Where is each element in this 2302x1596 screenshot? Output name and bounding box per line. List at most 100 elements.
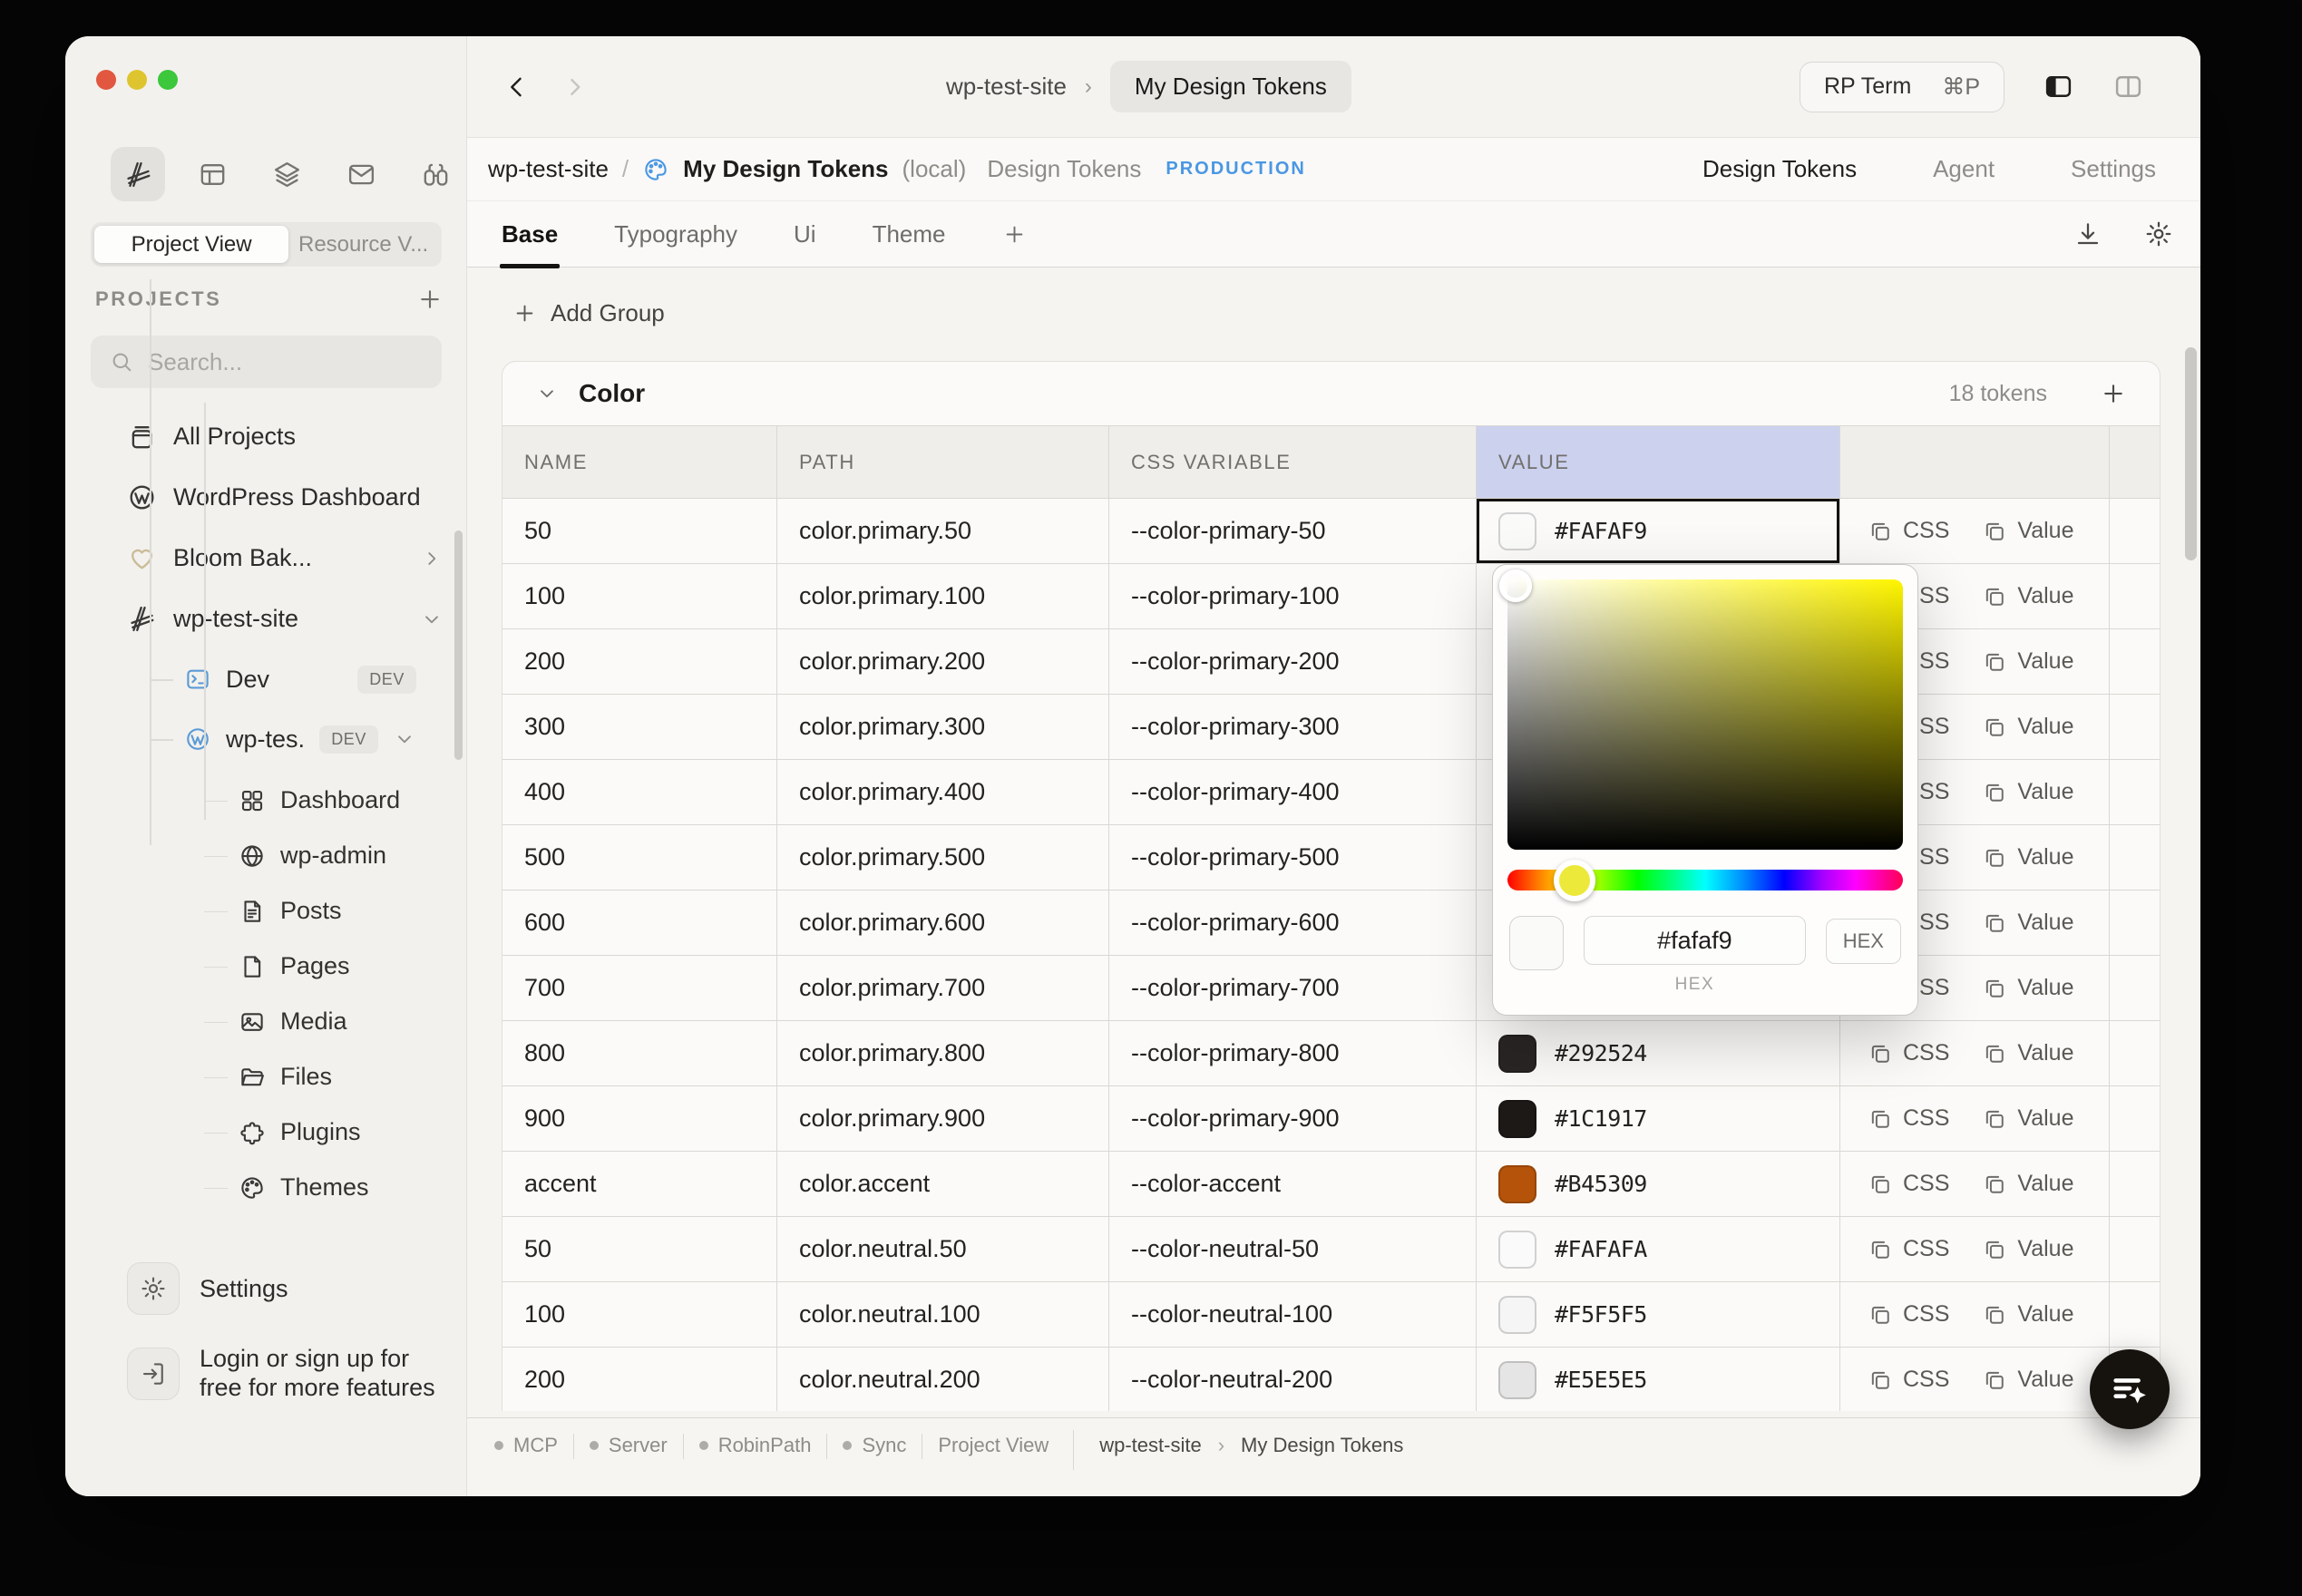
chevron-down-icon[interactable] <box>393 727 416 751</box>
copy-css-button[interactable]: CSS <box>1868 1301 1949 1328</box>
sidebar-item-files[interactable]: Files <box>65 1049 466 1105</box>
cell-css[interactable]: --color-primary-600 <box>1109 890 1477 955</box>
doc-tab-theme[interactable]: Theme <box>873 201 946 267</box>
cell-css[interactable]: --color-primary-400 <box>1109 760 1477 824</box>
cell-value[interactable]: #FAFAF9 <box>1477 499 1840 563</box>
cell-path[interactable]: color.primary.900 <box>777 1086 1109 1151</box>
doc-tab-ui[interactable]: Ui <box>794 201 816 267</box>
copy-value-button[interactable]: Value <box>1982 844 2073 871</box>
cell-value[interactable]: #F5F5F5 <box>1477 1282 1840 1347</box>
copy-value-button[interactable]: Value <box>1982 1236 2073 1262</box>
cell-css[interactable]: --color-primary-100 <box>1109 564 1477 628</box>
cell-path[interactable]: color.primary.600 <box>777 890 1109 955</box>
toggle-right-panel-icon[interactable] <box>2112 71 2144 102</box>
cell-css[interactable]: --color-primary-500 <box>1109 825 1477 890</box>
sidebar-item-wordpress-dashboard[interactable]: WordPress Dashboard <box>65 467 466 528</box>
sidebar-item-bloom-bakery[interactable]: Bloom Bak... <box>65 528 466 589</box>
sidebar-item-plugins[interactable]: Plugins <box>65 1105 466 1160</box>
active-page-tab[interactable]: My Design Tokens <box>1110 61 1351 112</box>
add-tab-button[interactable] <box>1002 201 1027 267</box>
hue-handle[interactable] <box>1554 860 1595 901</box>
download-icon[interactable] <box>2073 219 2102 248</box>
status-server[interactable]: Server <box>574 1430 683 1461</box>
doc-tab-typography[interactable]: Typography <box>614 201 737 267</box>
cell-path[interactable]: color.primary.100 <box>777 564 1109 628</box>
cell-value[interactable]: #B45309 <box>1477 1152 1840 1216</box>
toolbar-layers[interactable] <box>259 147 314 201</box>
sidebar-item-wp-admin[interactable]: wp-admin <box>65 828 466 883</box>
breadcrumb-project[interactable]: wp-test-site <box>488 155 609 183</box>
color-swatch[interactable] <box>1498 1165 1536 1203</box>
cell-name[interactable]: accent <box>502 1152 777 1216</box>
settings-gear-icon[interactable] <box>2144 219 2173 248</box>
copy-value-button[interactable]: Value <box>1982 648 2073 675</box>
copy-value-button[interactable]: Value <box>1982 583 2073 609</box>
titlebar-project[interactable]: wp-test-site <box>946 73 1067 101</box>
sidebar-item-pages[interactable]: Pages <box>65 939 466 994</box>
status-sync[interactable]: Sync <box>827 1430 922 1461</box>
cell-path[interactable]: color.neutral.200 <box>777 1348 1109 1411</box>
toolbar-mail[interactable] <box>334 147 388 201</box>
copy-value-button[interactable]: Value <box>1982 1171 2073 1197</box>
cell-css[interactable]: --color-primary-200 <box>1109 629 1477 694</box>
quick-actions-fab[interactable] <box>2090 1349 2170 1429</box>
cell-css[interactable]: --color-neutral-50 <box>1109 1217 1477 1281</box>
cell-css[interactable]: --color-primary-800 <box>1109 1021 1477 1085</box>
cell-name[interactable]: 800 <box>502 1021 777 1085</box>
copy-value-button[interactable]: Value <box>1982 1040 2073 1066</box>
hue-slider[interactable] <box>1507 870 1903 890</box>
terminal-button[interactable]: RP Term ⌘P <box>1800 62 2004 112</box>
copy-css-button[interactable]: CSS <box>1868 1236 1949 1262</box>
sidebar-item-wp-tes[interactable]: wp-tes...DEV <box>65 709 466 769</box>
forward-button[interactable] <box>560 72 590 102</box>
status-project-view[interactable]: Project View <box>922 1430 1064 1461</box>
toolbar-binoculars[interactable] <box>408 147 463 201</box>
hex-mode-button[interactable]: HEX <box>1826 919 1901 964</box>
cell-name[interactable]: 700 <box>502 956 777 1020</box>
sv-handle[interactable] <box>1499 569 1532 602</box>
copy-value-button[interactable]: Value <box>1982 1367 2073 1393</box>
cell-name[interactable]: 400 <box>502 760 777 824</box>
copy-css-button[interactable]: CSS <box>1868 1040 1949 1066</box>
search-input[interactable] <box>146 347 409 377</box>
cell-css[interactable]: --color-primary-700 <box>1109 956 1477 1020</box>
copy-css-button[interactable]: CSS <box>1868 518 1949 544</box>
sidebar-item-dashboard[interactable]: Dashboard <box>65 773 466 828</box>
color-swatch[interactable] <box>1498 1100 1536 1138</box>
cell-name[interactable]: 200 <box>502 1348 777 1411</box>
cell-name[interactable]: 600 <box>502 890 777 955</box>
add-project-button[interactable] <box>416 286 444 313</box>
color-swatch[interactable] <box>1498 1361 1536 1399</box>
color-swatch[interactable] <box>1498 1035 1536 1073</box>
copy-value-button[interactable]: Value <box>1982 1301 2073 1328</box>
tab-resource-view[interactable]: Resource V... <box>288 226 438 263</box>
cell-path[interactable]: color.accent <box>777 1152 1109 1216</box>
close-window-button[interactable] <box>96 70 116 90</box>
cell-name[interactable]: 100 <box>502 1282 777 1347</box>
cell-path[interactable]: color.primary.700 <box>777 956 1109 1020</box>
maximize-window-button[interactable] <box>158 70 178 90</box>
cell-name[interactable]: 200 <box>502 629 777 694</box>
cell-css[interactable]: --color-primary-300 <box>1109 695 1477 759</box>
sidebar-item-dev[interactable]: DevDEV <box>65 649 466 709</box>
sidebar-item-media[interactable]: Media <box>65 994 466 1049</box>
copy-value-button[interactable]: Value <box>1982 714 2073 740</box>
view-tab-settings[interactable]: Settings <box>2071 155 2156 183</box>
minimize-window-button[interactable] <box>127 70 147 90</box>
sidebar-item-login[interactable]: Login or sign up for free for more featu… <box>127 1345 443 1403</box>
back-button[interactable] <box>502 72 532 102</box>
copy-value-button[interactable]: Value <box>1982 518 2073 544</box>
cell-path[interactable]: color.neutral.50 <box>777 1217 1109 1281</box>
view-tab-agent[interactable]: Agent <box>1933 155 1995 183</box>
copy-css-button[interactable]: CSS <box>1868 1105 1949 1132</box>
cell-path[interactable]: color.primary.400 <box>777 760 1109 824</box>
view-tab-design-tokens[interactable]: Design Tokens <box>1702 155 1857 183</box>
sidebar-scrollbar[interactable] <box>454 530 463 760</box>
copy-value-button[interactable]: Value <box>1982 1105 2073 1132</box>
status-project[interactable]: wp-test-site <box>1099 1434 1201 1457</box>
cell-path[interactable]: color.primary.50 <box>777 499 1109 563</box>
copy-value-button[interactable]: Value <box>1982 779 2073 805</box>
color-swatch[interactable] <box>1498 1231 1536 1269</box>
status-page[interactable]: My Design Tokens <box>1241 1434 1403 1457</box>
tab-project-view[interactable]: Project View <box>94 226 288 263</box>
